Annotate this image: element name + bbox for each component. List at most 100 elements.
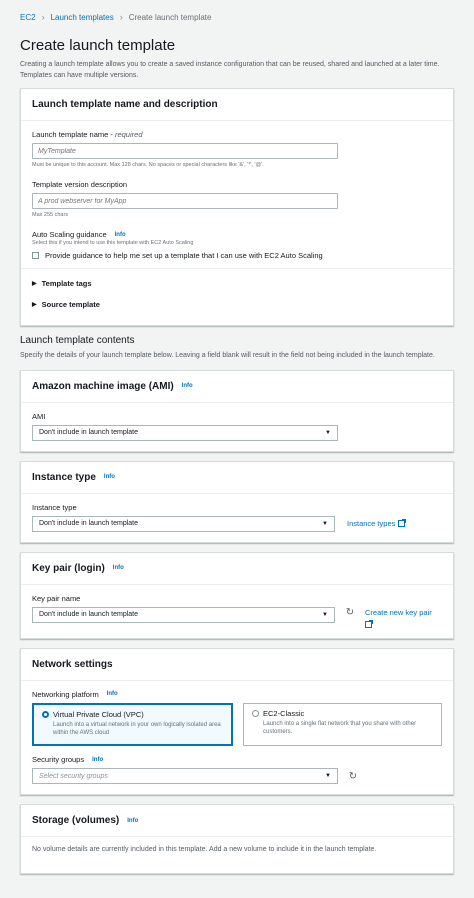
ec2-classic-radio[interactable] — [252, 709, 259, 717]
page: EC2 › Launch templates › Create launch t… — [0, 0, 474, 898]
storage-info-link[interactable]: Info — [127, 818, 138, 824]
caret-right-icon: ▶ — [32, 281, 37, 287]
networking-platform-info-link[interactable]: Info — [107, 691, 118, 697]
ec2-classic-title: EC2-Classic — [263, 708, 305, 718]
chevron-right-icon: › — [119, 12, 123, 22]
vpc-tile[interactable]: Virtual Private Cloud (VPC) Launch into … — [32, 702, 233, 747]
vpc-tile-title: Virtual Private Cloud (VPC) — [42, 710, 223, 719]
external-link-icon — [365, 619, 373, 628]
ec2-classic-tile-title: EC2-Classic — [252, 709, 433, 718]
ec2-classic-tile[interactable]: EC2-Classic Launch into a single flat ne… — [243, 702, 442, 747]
caret-down-icon: ▼ — [325, 429, 331, 436]
contents-description: Specify the details of your launch templ… — [20, 352, 435, 359]
required-marker: required — [114, 130, 143, 139]
auto-scaling-info-link[interactable]: Info — [115, 232, 126, 238]
key-pair-select-value: Don't include in launch template — [39, 611, 139, 618]
key-pair-select[interactable]: Don't include in launch template ▼ — [32, 606, 335, 623]
auto-scaling-checkbox-label: Provide guidance to help me set up a tem… — [45, 251, 323, 260]
panel-body: Key pair name Don't include in launch te… — [21, 585, 453, 638]
storage-panel: Storage (volumes) Info No volume details… — [20, 804, 454, 875]
breadcrumb-launch-templates[interactable]: Launch templates — [51, 13, 114, 22]
panel-body: Launch template name - required Must be … — [21, 121, 453, 325]
key-pair-row: Don't include in launch template ▼ ↻ Cre… — [32, 606, 442, 628]
caret-down-icon: ▼ — [325, 773, 331, 780]
ami-select-value: Don't include in launch template — [39, 429, 139, 436]
panel-header: Key pair (login) Info — [21, 553, 453, 585]
ami-label: AMI — [32, 411, 46, 421]
panel-title: Storage (volumes) — [32, 815, 120, 827]
breadcrumb: EC2 › Launch templates › Create launch t… — [20, 0, 454, 34]
panel-title: Amazon machine image (AMI) — [32, 380, 174, 392]
divider — [21, 268, 453, 269]
template-tags-expander[interactable]: ▶ Template tags — [32, 273, 442, 294]
refresh-icon[interactable]: ↻ — [343, 607, 357, 618]
ami-select[interactable]: Don't include in launch template ▼ — [32, 424, 338, 441]
auto-scaling-field: Auto Scaling guidance Info Select this i… — [32, 230, 442, 260]
source-template-label: Source template — [41, 300, 100, 309]
auto-scaling-label-row: Auto Scaling guidance Info — [32, 230, 442, 239]
networking-platform-label-row: Networking platform Info — [32, 690, 442, 699]
security-groups-select[interactable]: Select security groups ▼ — [32, 768, 338, 785]
page-title: Create launch template — [20, 37, 176, 54]
ec2-classic-description: Launch into a single flat network that y… — [263, 720, 417, 736]
panel-body: Networking platform Info Virtual Private… — [21, 681, 453, 794]
vpc-description: Launch into a virtual network in your ow… — [53, 721, 221, 737]
key-pair-label: Key pair name — [32, 593, 81, 603]
vpc-title: Virtual Private Cloud (VPC) — [53, 709, 144, 719]
version-description-label: Template version description — [32, 180, 128, 189]
panel-body: No volume details are currently included… — [21, 837, 453, 863]
ami-info-link[interactable]: Info — [182, 383, 193, 389]
instance-type-info-link[interactable]: Info — [104, 474, 115, 480]
page-description: Creating a launch template allows you to… — [20, 61, 440, 79]
auto-scaling-label: Auto Scaling guidance — [32, 230, 107, 239]
panel-header: Amazon machine image (AMI) Info — [21, 371, 453, 403]
security-groups-info-link[interactable]: Info — [92, 757, 103, 763]
security-groups-label-row: Security groups Info — [32, 755, 442, 764]
template-name-input[interactable] — [32, 143, 338, 159]
caret-down-icon: ▼ — [322, 611, 328, 618]
template-name-hint: Must be unique to this account. Max 128 … — [32, 162, 264, 168]
vpc-radio[interactable] — [42, 710, 49, 718]
instance-type-label: Instance type — [32, 502, 77, 512]
create-key-pair-link[interactable]: Create new key pair — [365, 607, 441, 628]
instance-type-select[interactable]: Don't include in launch template ▼ — [32, 515, 335, 532]
instance-types-link[interactable]: Instance types — [347, 519, 407, 528]
instance-type-row: Don't include in launch template ▼ Insta… — [32, 515, 442, 532]
panel-header: Launch template name and description — [21, 89, 453, 121]
chevron-right-icon: › — [41, 12, 45, 22]
contents-title: Launch template contents — [20, 335, 135, 346]
instance-types-link-label: Instance types — [347, 519, 396, 528]
version-description-hint: Max 255 chars — [32, 212, 69, 218]
source-template-expander[interactable]: ▶ Source template — [32, 294, 442, 315]
networking-platform-tiles: Virtual Private Cloud (VPC) Launch into … — [32, 702, 442, 747]
panel-header: Network settings — [21, 649, 453, 681]
panel-body: AMI Don't include in launch template ▼ — [21, 403, 453, 451]
panel-title: Launch template name and description — [32, 99, 218, 110]
template-name-label-text: Launch template name - — [32, 130, 115, 139]
template-tags-label: Template tags — [41, 279, 92, 288]
version-description-input[interactable] — [32, 193, 338, 209]
create-key-pair-label: Create new key pair — [365, 607, 432, 617]
auto-scaling-checkbox[interactable] — [32, 252, 39, 259]
ami-panel: Amazon machine image (AMI) Info AMI Don'… — [20, 369, 454, 452]
panel-header: Instance type Info — [21, 462, 453, 494]
instance-type-panel: Instance type Info Instance type Don't i… — [20, 460, 454, 543]
storage-note: No volume details are currently included… — [32, 846, 377, 854]
panel-header: Storage (volumes) Info — [21, 805, 453, 838]
caret-right-icon: ▶ — [32, 302, 37, 308]
name-description-panel: Launch template name and description Lau… — [20, 88, 454, 326]
auto-scaling-hint: Select this if you intend to use this te… — [32, 240, 194, 246]
version-description-field: Template version description Max 255 cha… — [32, 180, 442, 218]
breadcrumb-ec2[interactable]: EC2 — [20, 13, 36, 22]
key-pair-info-link[interactable]: Info — [113, 565, 124, 571]
refresh-icon[interactable]: ↻ — [346, 771, 360, 782]
panel-title: Network settings — [32, 658, 113, 670]
security-groups-row: Select security groups ▼ ↻ — [32, 768, 442, 785]
panel-body: Instance type Don't include in launch te… — [21, 494, 453, 542]
panel-title: Key pair (login) — [32, 562, 105, 574]
auto-scaling-checkbox-row[interactable]: Provide guidance to help me set up a tem… — [32, 251, 442, 260]
panel-title: Instance type — [32, 471, 96, 483]
security-groups-placeholder: Select security groups — [39, 772, 108, 780]
template-name-label: Launch template name - required — [32, 130, 442, 139]
breadcrumb-current: Create launch template — [128, 12, 212, 22]
